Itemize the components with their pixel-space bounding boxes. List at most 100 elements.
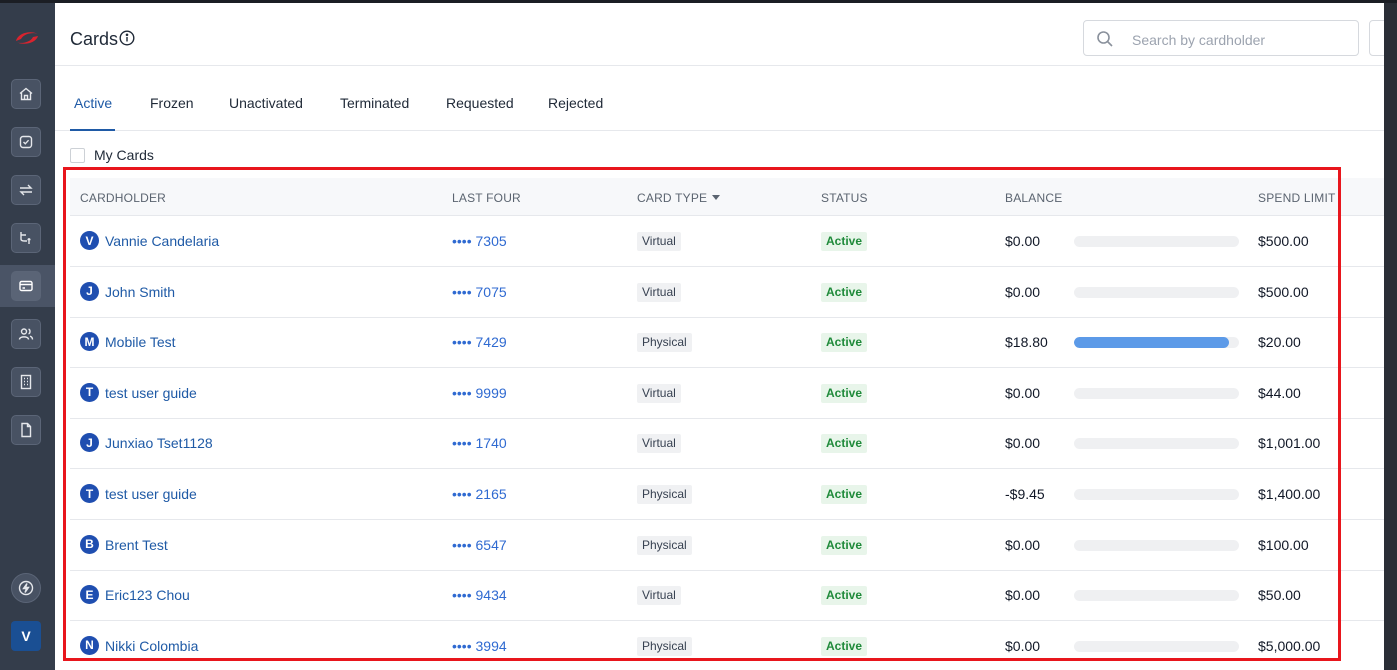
balance-value: $0.00 — [1005, 637, 1041, 654]
card-last-four[interactable]: •••• 9999 — [452, 385, 507, 401]
tab-rejected[interactable]: Rejected — [548, 95, 603, 111]
table-row[interactable]: V Vannie Candelaria •••• 7305 Virtual Active… — [70, 216, 1384, 267]
table-row[interactable]: B Brent Test •••• 6547 Physical Active $0.00 $… — [70, 520, 1384, 571]
spend-progress-bar — [1074, 640, 1239, 652]
balance-value: -$9.45 — [1005, 486, 1045, 502]
spend-limit-value: $1,400.00 — [1258, 486, 1321, 502]
status-badge: Active — [821, 333, 868, 353]
spend-limit-value: $500.00 — [1258, 233, 1309, 249]
spend-progress-bar — [1074, 539, 1239, 551]
table-row[interactable]: Ttest user guide •••• 9999 Virtual Active $0… — [70, 368, 1384, 419]
balance-value: $0.00 — [1005, 587, 1041, 604]
card-type-badge: Virtual — [637, 232, 681, 251]
table-row[interactable]: M Mobile Test •••• 7429 Physical Active $18.8… — [70, 317, 1384, 369]
cardholder-name[interactable]: test user guide — [105, 385, 197, 401]
status-badge: Active — [821, 586, 868, 606]
card-last-four[interactable]: •••• 7305 — [452, 233, 507, 249]
cardholder-name[interactable]: Eric123 Chou — [105, 587, 190, 603]
cardholder-name[interactable]: test user guide — [105, 486, 197, 502]
tasks-icon — [19, 135, 33, 149]
window-scrollbar[interactable] — [1384, 3, 1397, 670]
cardholder-avatar: E — [80, 585, 99, 605]
card-last-four[interactable]: •••• 1740 — [452, 435, 507, 451]
tab-frozen[interactable]: Frozen — [150, 95, 194, 111]
status-badge: Active — [821, 636, 868, 656]
sidebar-item-documents[interactable] — [11, 415, 41, 445]
tab-unactivated[interactable]: Unactivated — [229, 95, 303, 111]
tab-requested[interactable]: Requested — [446, 95, 514, 111]
card-last-four[interactable]: •••• 3994 — [452, 638, 507, 654]
card-last-four[interactable]: •••• 2165 — [452, 486, 507, 502]
card-last-four[interactable]: •••• 7429 — [452, 334, 507, 350]
sidebar-item-quick-actions[interactable] — [11, 573, 41, 603]
sidebar-item-people[interactable] — [11, 319, 41, 349]
sidebar-item-building[interactable] — [11, 367, 41, 397]
table-header: CARDHOLDER LAST FOUR CARD TYPE STATUS BA… — [70, 178, 1384, 216]
spend-progress-bar — [1074, 337, 1239, 349]
table-row[interactable]: J John Smith •••• 7075 Virtual Active $0.00 $5… — [70, 267, 1384, 318]
home-icon — [19, 87, 33, 101]
spend-progress-bar — [1074, 590, 1239, 602]
people-icon — [18, 328, 34, 340]
header-action-button[interactable] — [1369, 20, 1384, 56]
spend-limit-value: $44.00 — [1258, 384, 1301, 401]
cardholder-name[interactable]: Brent Test — [105, 537, 168, 553]
info-icon[interactable] — [119, 30, 135, 46]
routing-icon — [20, 232, 31, 244]
transfers-icon — [19, 184, 33, 196]
brand-logo-icon[interactable] — [12, 28, 42, 48]
search-input[interactable]: Search by cardholder — [1083, 20, 1359, 56]
spend-progress-bar — [1074, 489, 1239, 500]
user-avatar[interactable]: V — [11, 621, 41, 651]
sidebar-item-tasks[interactable] — [11, 127, 41, 157]
tab-active[interactable]: Active — [74, 95, 112, 111]
card-type-badge: Physical — [637, 535, 692, 555]
spend-progress-bar — [1074, 286, 1239, 298]
card-last-four[interactable]: •••• 7075 — [452, 284, 507, 300]
balance-value: $0.00 — [1005, 435, 1041, 452]
card-type-badge: Physical — [637, 485, 692, 504]
search-placeholder: Search by cardholder — [1132, 32, 1266, 48]
cardholder-name[interactable]: Vannie Candelaria — [105, 233, 219, 249]
document-icon — [21, 422, 32, 438]
cardholder-name[interactable]: Junxiao Tset1128 — [105, 435, 213, 451]
cardholder-avatar: T — [80, 382, 99, 402]
table-row[interactable]: Ttest user guide •••• 2165 Physical Active -… — [70, 469, 1384, 520]
header-cardholder[interactable]: CARDHOLDER — [80, 191, 166, 205]
card-type-badge: Virtual — [637, 434, 681, 454]
cardholder-name[interactable]: Mobile Test — [105, 334, 176, 350]
card-type-badge: Physical — [637, 636, 692, 656]
card-last-four[interactable]: •••• 6547 — [452, 537, 507, 553]
header-card-type[interactable]: CARD TYPE — [637, 191, 721, 205]
cardholder-avatar: J — [80, 281, 99, 301]
status-badge: Active — [821, 485, 868, 504]
header-last-four[interactable]: LAST FOUR — [452, 191, 521, 205]
header-balance[interactable]: BALANCE — [1005, 191, 1062, 205]
header-card-type-label: CARD TYPE — [637, 191, 708, 205]
my-cards-filter[interactable]: My Cards — [70, 145, 154, 165]
table-row[interactable]: E Eric123 Chou •••• 9434 Virtual Active $0.00… — [70, 570, 1384, 622]
cardholder-name[interactable]: John Smith — [105, 284, 175, 300]
table-row[interactable]: N Nikki Colombia •••• 3994 Physical Active $0… — [70, 621, 1384, 670]
header-spend-limit[interactable]: SPEND LIMIT — [1258, 191, 1336, 205]
status-badge: Active — [821, 383, 868, 403]
card-last-four[interactable]: •••• 9434 — [452, 587, 507, 603]
sidebar-item-home[interactable] — [11, 79, 41, 109]
lightning-icon — [18, 580, 34, 596]
status-badge: Active — [821, 282, 868, 302]
sidebar: V — [0, 3, 55, 670]
spend-limit-value: $100.00 — [1258, 536, 1309, 553]
spend-progress-bar — [1074, 438, 1239, 450]
status-badge: Active — [821, 535, 868, 555]
balance-value: $0.00 — [1005, 283, 1041, 300]
tab-terminated[interactable]: Terminated — [340, 95, 409, 111]
my-cards-checkbox[interactable] — [70, 147, 85, 163]
sidebar-item-routing[interactable] — [11, 223, 41, 253]
card-type-badge: Virtual — [637, 383, 681, 403]
spend-progress-fill — [1074, 337, 1230, 349]
table-row[interactable]: J Junxiao Tset1128 •••• 1740 Virtual Active $… — [70, 418, 1384, 470]
sidebar-item-transfers[interactable] — [11, 175, 41, 205]
cardholder-name[interactable]: Nikki Colombia — [105, 638, 198, 654]
sidebar-item-cards[interactable] — [11, 271, 41, 301]
header-status[interactable]: STATUS — [821, 191, 868, 205]
